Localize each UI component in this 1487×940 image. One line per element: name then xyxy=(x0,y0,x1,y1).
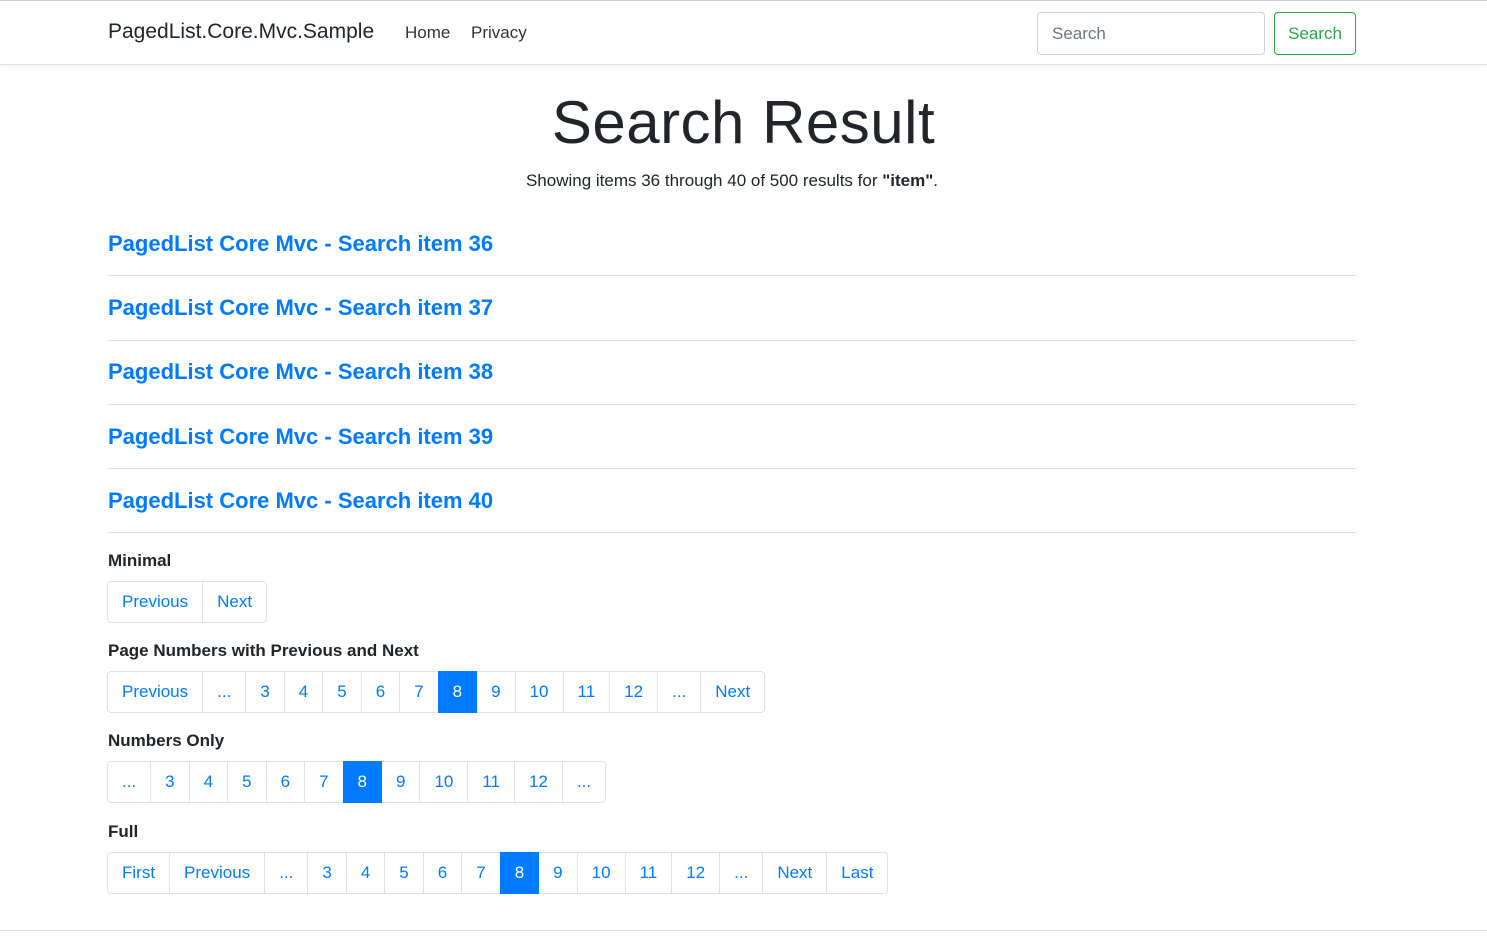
page-5-button[interactable]: 5 xyxy=(227,761,267,803)
page-ellipsis[interactable]: ... xyxy=(657,671,702,713)
pagination-full: First Previous... 3 4 5 6 7 8 9 10 11 12... Next Last xyxy=(107,852,889,894)
result-link[interactable]: PagedList Core Mvc - Search item 38 xyxy=(107,359,493,385)
search-input[interactable] xyxy=(1037,12,1265,55)
list-item: PagedList Core Mvc - Search item 39 xyxy=(107,405,1356,470)
next-page-button[interactable]: Next xyxy=(762,852,828,894)
nav-home-link[interactable]: Home xyxy=(405,23,450,43)
page-ellipsis[interactable]: ... xyxy=(561,761,607,803)
page-11-button[interactable]: 11 xyxy=(624,852,673,894)
page-4-button[interactable]: 4 xyxy=(283,671,324,713)
previous-page-button[interactable]: Previous xyxy=(107,671,204,713)
results-summary: Showing items 36 through 40 of 500 resul… xyxy=(0,171,1464,191)
nav-privacy-link[interactable]: Privacy xyxy=(471,23,527,43)
result-link[interactable]: PagedList Core Mvc - Search item 39 xyxy=(107,424,493,450)
page-7-button[interactable]: 7 xyxy=(461,852,501,894)
list-item: PagedList Core Mvc - Search item 36 xyxy=(107,212,1356,277)
pagination-numbers-only: ... 3 4 5 6 7 8 9 10 11 12... xyxy=(107,761,607,803)
pager-label-numbers-prev-next: Page Numbers with Previous and Next xyxy=(108,641,419,660)
page-5-button[interactable]: 5 xyxy=(322,671,362,713)
summary-suffix: . xyxy=(933,171,939,190)
page-11-button[interactable]: 11 xyxy=(562,671,611,713)
previous-page-button[interactable]: Previous xyxy=(169,852,266,894)
page-5-button[interactable]: 5 xyxy=(384,852,424,894)
page-4-button[interactable]: 4 xyxy=(188,761,229,803)
page-4-button[interactable]: 4 xyxy=(345,852,386,894)
page-title: Search Result xyxy=(551,89,936,156)
page-3-button[interactable]: 3 xyxy=(307,852,347,894)
page-11-button[interactable]: 11 xyxy=(467,761,516,803)
summary-prefix: Showing items 36 through 40 of 500 resul… xyxy=(525,171,883,190)
page-6-button[interactable]: 6 xyxy=(265,761,306,803)
list-item: PagedList Core Mvc - Search item 40 xyxy=(107,469,1356,534)
page-7-button[interactable]: 7 xyxy=(304,761,344,803)
current-page-8-button[interactable]: 8 xyxy=(342,761,382,803)
search-button[interactable]: Search xyxy=(1274,12,1356,55)
page-3-button[interactable]: 3 xyxy=(245,671,285,713)
page-ellipsis[interactable]: ... xyxy=(719,852,764,894)
first-page-button[interactable]: First xyxy=(107,852,171,894)
page-7-button[interactable]: 7 xyxy=(399,671,439,713)
page-12-button[interactable]: 12 xyxy=(514,761,563,803)
current-page-8-button[interactable]: 8 xyxy=(437,671,478,713)
results-list: PagedList Core Mvc - Search item 36 Page… xyxy=(107,212,1356,534)
page-12-button[interactable]: 12 xyxy=(671,852,721,894)
pager-label-full: Full xyxy=(108,822,139,841)
page-10-button[interactable]: 10 xyxy=(514,671,564,713)
page-9-button[interactable]: 9 xyxy=(380,761,421,803)
pager-label-numbers-only: Numbers Only xyxy=(108,731,225,750)
next-page-button[interactable]: Next xyxy=(202,581,268,623)
page-ellipsis[interactable]: ... xyxy=(107,761,152,803)
pagination-numbers-prev-next: Previous... 3 4 5 6 7 8 9 10 11 12... Next xyxy=(107,671,766,713)
next-page-button[interactable]: Next xyxy=(700,671,766,713)
last-page-button[interactable]: Last xyxy=(826,852,889,894)
page-3-button[interactable]: 3 xyxy=(150,761,190,803)
page-6-button[interactable]: 6 xyxy=(422,852,463,894)
page-9-button[interactable]: 9 xyxy=(538,852,578,894)
page-9-button[interactable]: 9 xyxy=(476,671,516,713)
page-ellipsis[interactable]: ... xyxy=(264,852,309,894)
summary-query: "item" xyxy=(882,171,934,190)
page-10-button[interactable]: 10 xyxy=(419,761,469,803)
page-ellipsis[interactable]: ... xyxy=(202,671,247,713)
result-link[interactable]: PagedList Core Mvc - Search item 40 xyxy=(107,488,493,514)
result-link[interactable]: PagedList Core Mvc - Search item 36 xyxy=(107,231,493,257)
footer-divider xyxy=(0,930,1487,931)
result-link[interactable]: PagedList Core Mvc - Search item 37 xyxy=(107,295,493,321)
current-page-8-button[interactable]: 8 xyxy=(499,852,540,894)
pager-label-minimal: Minimal xyxy=(108,551,172,570)
previous-page-button[interactable]: Previous xyxy=(107,581,204,623)
list-item: PagedList Core Mvc - Search item 37 xyxy=(107,276,1356,341)
list-item: PagedList Core Mvc - Search item 38 xyxy=(107,341,1356,405)
brand-link[interactable]: PagedList.Core.Mvc.Sample xyxy=(108,20,374,44)
navbar: PagedList.Core.Mvc.Sample Home Privacy S… xyxy=(0,0,1487,65)
page-12-button[interactable]: 12 xyxy=(609,671,659,713)
pagination-minimal: Previous Next xyxy=(107,581,268,623)
page-10-button[interactable]: 10 xyxy=(576,852,626,894)
page-6-button[interactable]: 6 xyxy=(360,671,401,713)
